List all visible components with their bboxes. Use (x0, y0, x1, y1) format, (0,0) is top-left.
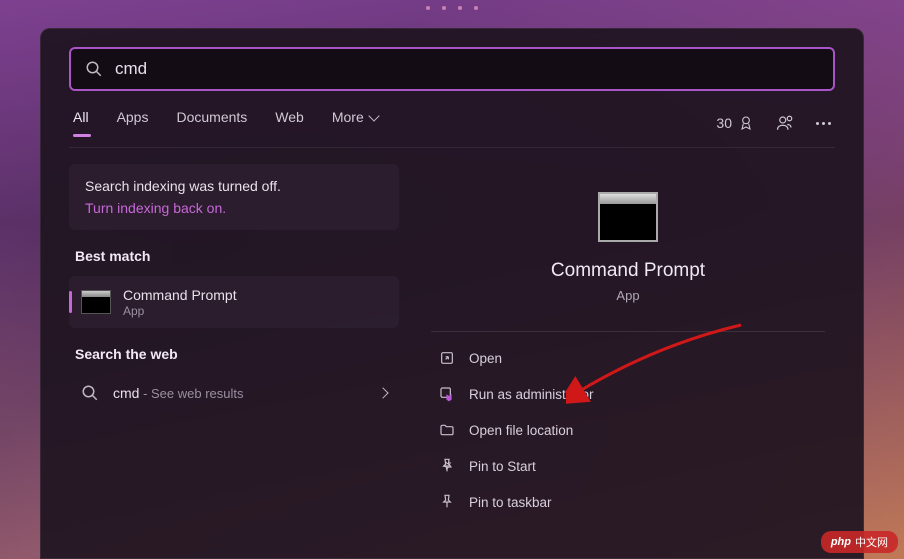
ellipsis-icon (816, 122, 831, 125)
result-preview: Command Prompt App (421, 164, 835, 303)
cmd-app-icon (81, 290, 111, 314)
folder-icon (439, 422, 455, 438)
preview-app-icon (598, 192, 658, 242)
rewards-count: 30 (716, 115, 732, 131)
action-open-file-location[interactable]: Open file location (431, 412, 825, 448)
result-title: Command Prompt (123, 286, 387, 304)
web-term: cmd (113, 385, 139, 401)
open-icon (439, 350, 455, 366)
pin-start-icon (439, 458, 455, 474)
pin-taskbar-icon (439, 494, 455, 510)
result-command-prompt[interactable]: Command Prompt App (69, 276, 399, 328)
rewards-icon (738, 115, 754, 131)
tab-all[interactable]: All (73, 109, 89, 137)
preview-subtitle: App (441, 288, 815, 303)
tab-web[interactable]: Web (275, 109, 304, 137)
action-label: Pin to Start (469, 459, 536, 474)
action-pin-to-start[interactable]: Pin to Start (431, 448, 825, 484)
action-list: Open Run as administrator Open file loca… (421, 340, 835, 520)
account-button[interactable] (776, 114, 794, 132)
divider (431, 331, 825, 332)
web-result-cmd[interactable]: cmd - See web results (69, 374, 399, 412)
web-suffix: - See web results (139, 386, 243, 401)
more-options-button[interactable] (816, 122, 831, 125)
preview-title: Command Prompt (441, 260, 815, 282)
indexing-notice: Search indexing was turned off. Turn ind… (69, 164, 399, 230)
admin-icon (439, 386, 455, 402)
search-icon (85, 60, 103, 78)
search-web-label: Search the web (75, 346, 399, 362)
person-icon (776, 114, 794, 132)
desktop-indicator (426, 6, 478, 10)
action-label: Open (469, 351, 502, 366)
tab-documents[interactable]: Documents (176, 109, 247, 137)
watermark-badge: php php 中文网 中文网 (821, 531, 898, 553)
search-box[interactable] (69, 47, 835, 91)
start-search-window: All Apps Documents Web More 30 Search in… (40, 28, 864, 559)
rewards-button[interactable]: 30 (716, 115, 754, 131)
turn-indexing-on-link[interactable]: Turn indexing back on. (85, 200, 383, 216)
filter-tabs: All Apps Documents Web More (73, 109, 378, 137)
chevron-right-icon (377, 388, 388, 399)
action-label: Pin to taskbar (469, 495, 552, 510)
action-run-as-administrator[interactable]: Run as administrator (431, 376, 825, 412)
chevron-down-icon (368, 110, 379, 121)
search-icon (81, 384, 99, 402)
result-subtitle: App (123, 304, 387, 318)
action-open[interactable]: Open (431, 340, 825, 376)
filter-row: All Apps Documents Web More 30 (69, 109, 835, 148)
tab-apps[interactable]: Apps (117, 109, 149, 137)
search-input[interactable] (115, 59, 819, 79)
action-pin-to-taskbar[interactable]: Pin to taskbar (431, 484, 825, 520)
action-label: Open file location (469, 423, 573, 438)
action-label: Run as administrator (469, 387, 594, 402)
tab-more[interactable]: More (332, 109, 378, 137)
notice-title: Search indexing was turned off. (85, 178, 383, 194)
best-match-label: Best match (75, 248, 399, 264)
